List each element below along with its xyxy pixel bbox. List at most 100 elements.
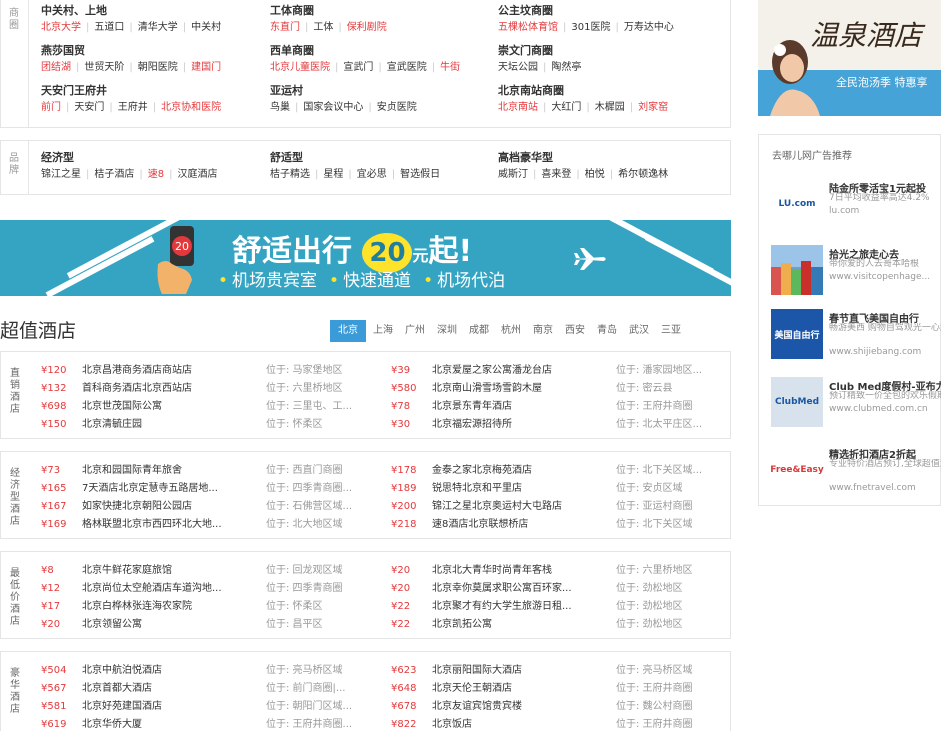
hotel-row[interactable]: ¥22 北京聚才有约大学生旅游日租... 位于: 劲松地区 — [391, 598, 731, 616]
hotel-name[interactable]: 北京友谊宾馆贵宾楼 — [432, 698, 612, 716]
hot-spring-ad[interactable]: 全民泡汤季 特惠享 温泉酒店 — [758, 0, 941, 116]
ad-url[interactable]: lu.com — [829, 206, 859, 216]
hotel-row[interactable]: ¥120 北京昌港商务酒店商站店 位于: 马家堡地区 — [41, 362, 381, 380]
ad-item[interactable]: LU.com 陆金所零活宝1元起投 7日平均收益率高达4.2% lu.com — [771, 179, 941, 235]
hotel-name[interactable]: 北京和园国际青年旅舍 — [82, 462, 262, 480]
area-link[interactable]: 世贸天阶 — [84, 62, 124, 73]
hotel-name[interactable]: 北京景东青年酒店 — [432, 398, 612, 416]
hotel-row[interactable]: ¥619 北京华侨大厦 位于: 王府井商圈... — [41, 716, 381, 731]
hotel-row[interactable]: ¥822 北京饭店 位于: 王府井商圈 — [391, 716, 731, 731]
ad-url[interactable]: www.visitcopenhage... — [829, 272, 930, 282]
hotel-row[interactable]: ¥20 北京北大青华时尚青年客栈 位于: 六里桥地区 — [391, 562, 731, 580]
hotel-row[interactable]: ¥567 北京首都大酒店 位于: 前门商圈|... — [41, 680, 381, 698]
area-link[interactable]: 桔子酒店 — [94, 169, 134, 180]
hotel-row[interactable]: ¥698 北京世茂国际公寓 位于: 三里屯、工... — [41, 398, 381, 416]
area-link[interactable]: 国家会议中心 — [303, 102, 363, 113]
area-link[interactable]: 天坛公园 — [498, 62, 538, 73]
area-link[interactable]: 锦江之星 — [41, 169, 81, 180]
area-link[interactable]: 北京儿童医院 — [270, 62, 330, 73]
area-link[interactable]: 清华大学 — [138, 22, 178, 33]
business-area-title[interactable]: 工体商圈 — [270, 2, 460, 20]
business-area-title[interactable]: 中关村、上地 — [41, 2, 221, 20]
hotel-name[interactable]: 北京领留公寓 — [82, 616, 262, 634]
hotel-row[interactable]: ¥200 锦江之星北京奥运村大屯路店 位于: 亚运村商圈 — [391, 498, 731, 516]
brand-type-title[interactable]: 经济型 — [41, 149, 218, 167]
hotel-row[interactable]: ¥132 首科商务酒店北京西站店 位于: 六里桥地区 — [41, 380, 381, 398]
business-area-title[interactable]: 崇文门商圈 — [498, 42, 674, 60]
hotel-name[interactable]: 速8酒店北京联想桥店 — [432, 516, 612, 534]
area-link[interactable]: 建国门 — [191, 62, 221, 73]
hotel-row[interactable]: ¥165 7天酒店北京定慧寺五路居地... 位于: 四季青商圈... — [41, 480, 381, 498]
hotel-row[interactable]: ¥17 北京白桦林张连海农家院 位于: 怀柔区 — [41, 598, 381, 616]
hotel-row[interactable]: ¥12 北京尚位太空舱酒店车道沟地... 位于: 四季青商圈 — [41, 580, 381, 598]
brand-type-title[interactable]: 高档豪华型 — [498, 149, 668, 167]
area-link[interactable]: 希尔顿逸林 — [618, 169, 668, 180]
area-link[interactable]: 速8 — [148, 169, 164, 180]
hotel-row[interactable]: ¥20 北京幸你莫属求职公寓百环家... 位于: 劲松地区 — [391, 580, 731, 598]
hotel-row[interactable]: ¥150 北京清毓庄园 位于: 怀柔区 — [41, 416, 381, 434]
hotel-name[interactable]: 北京爱屋之家公寓潘龙台店 — [432, 362, 612, 380]
hotel-name[interactable]: 北京清毓庄园 — [82, 416, 262, 434]
area-link[interactable]: 北京南站 — [498, 102, 538, 113]
ad-url[interactable]: www.shijiebang.com — [829, 347, 921, 357]
area-link[interactable]: 宜必思 — [357, 169, 387, 180]
hotel-row[interactable]: ¥678 北京友谊宾馆贵宾楼 位于: 魏公村商圈 — [391, 698, 731, 716]
hotel-name[interactable]: 北京南山滑雪场雪韵木屋 — [432, 380, 612, 398]
area-link[interactable]: 北京大学 — [41, 22, 81, 33]
business-area-title[interactable]: 天安门王府井 — [41, 82, 221, 100]
hotel-row[interactable]: ¥39 北京爱屋之家公寓潘龙台店 位于: 潘家园地区... — [391, 362, 731, 380]
city-tab[interactable]: 青岛 — [592, 320, 622, 342]
area-link[interactable]: 五棵松体育馆 — [498, 22, 558, 33]
hotel-row[interactable]: ¥218 速8酒店北京联想桥店 位于: 北下关区域 — [391, 516, 731, 534]
business-area-title[interactable]: 北京南站商圈 — [498, 82, 674, 100]
ad-item[interactable]: Free&Easy精选折扣酒店2折起专业特价酒店预订,全球超值酒店。www.fn… — [770, 445, 941, 501]
area-link[interactable]: 智选假日 — [400, 169, 440, 180]
area-link[interactable]: 五道口 — [94, 22, 124, 33]
hotel-name[interactable]: 北京白桦林张连海农家院 — [82, 598, 262, 616]
hotel-name[interactable]: 锦江之星北京奥运村大屯路店 — [432, 498, 612, 516]
hotel-name[interactable]: 北京首都大酒店 — [82, 680, 262, 698]
hotel-name[interactable]: 北京饭店 — [432, 716, 612, 731]
area-link[interactable]: 朝阳医院 — [138, 62, 178, 73]
area-link[interactable]: 北京协和医院 — [161, 102, 221, 113]
hotel-name[interactable]: 北京福宏源招待所 — [432, 416, 612, 434]
hotel-row[interactable]: ¥580 北京南山滑雪场雪韵木屋 位于: 密云县 — [391, 380, 731, 398]
business-area-title[interactable]: 西单商圈 — [270, 42, 460, 60]
area-link[interactable]: 陶然亭 — [551, 62, 581, 73]
hotel-name[interactable]: 锐思特北京和平里店 — [432, 480, 612, 498]
business-area-title[interactable]: 亚运村 — [270, 82, 460, 100]
area-link[interactable]: 团结湖 — [41, 62, 71, 73]
hotel-row[interactable]: ¥648 北京天伦王朝酒店 位于: 王府井商圈 — [391, 680, 731, 698]
area-link[interactable]: 威斯汀 — [498, 169, 528, 180]
city-tab[interactable]: 武汉 — [624, 320, 654, 342]
hotel-name[interactable]: 北京天伦王朝酒店 — [432, 680, 612, 698]
hotel-name[interactable]: 北京牛鲜花家庭旅馆 — [82, 562, 262, 580]
hotel-name[interactable]: 北京中航泊悦酒店 — [82, 662, 262, 680]
ad-item[interactable]: 美国自由行 春节直飞美国自由行 畅游美西 购物自驾观光一心游 www.shijieba… — [771, 309, 941, 365]
area-link[interactable]: 天安门 — [74, 102, 104, 113]
ad-url[interactable]: www.clubmed.com.cn — [829, 404, 928, 414]
hotel-row[interactable]: ¥623 北京丽阳国际大酒店 位于: 亮马桥区域 — [391, 662, 731, 680]
area-link[interactable]: 汉庭酒店 — [178, 169, 218, 180]
promo-banner[interactable]: 20 舒适出行 20 元起! • 机场贵宾室 • 快速通道 • 机场代泊 — [0, 220, 731, 296]
area-link[interactable]: 前门 — [41, 102, 61, 113]
hotel-name[interactable]: 7天酒店北京定慧寺五路居地... — [82, 480, 262, 498]
hotel-name[interactable]: 北京凯拓公寓 — [432, 616, 612, 634]
hotel-name[interactable]: 金泰之家北京梅苑酒店 — [432, 462, 612, 480]
hotel-row[interactable]: ¥78 北京景东青年酒店 位于: 王府井商圈 — [391, 398, 731, 416]
hotel-row[interactable]: ¥167 如家快捷北京朝阳公园店 位于: 石佛营区域... — [41, 498, 381, 516]
city-tab[interactable]: 西安 — [560, 320, 590, 342]
brand-type-title[interactable]: 舒适型 — [270, 149, 440, 167]
hotel-name[interactable]: 北京聚才有约大学生旅游日租... — [432, 598, 612, 616]
area-link[interactable]: 鸟巢 — [270, 102, 290, 113]
area-link[interactable]: 万寿达中心 — [624, 22, 674, 33]
area-link[interactable]: 安贞医院 — [377, 102, 417, 113]
area-link[interactable]: 宣武医院 — [387, 62, 427, 73]
hotel-name[interactable]: 北京华侨大厦 — [82, 716, 262, 731]
city-tab[interactable]: 深圳 — [432, 320, 462, 342]
area-link[interactable]: 星程 — [323, 169, 343, 180]
business-area-title[interactable]: 燕莎国贸 — [41, 42, 221, 60]
hotel-name[interactable]: 北京幸你莫属求职公寓百环家... — [432, 580, 612, 598]
city-tab[interactable]: 三亚 — [656, 320, 686, 342]
hotel-row[interactable]: ¥73 北京和园国际青年旅舍 位于: 西直门商圈 — [41, 462, 381, 480]
